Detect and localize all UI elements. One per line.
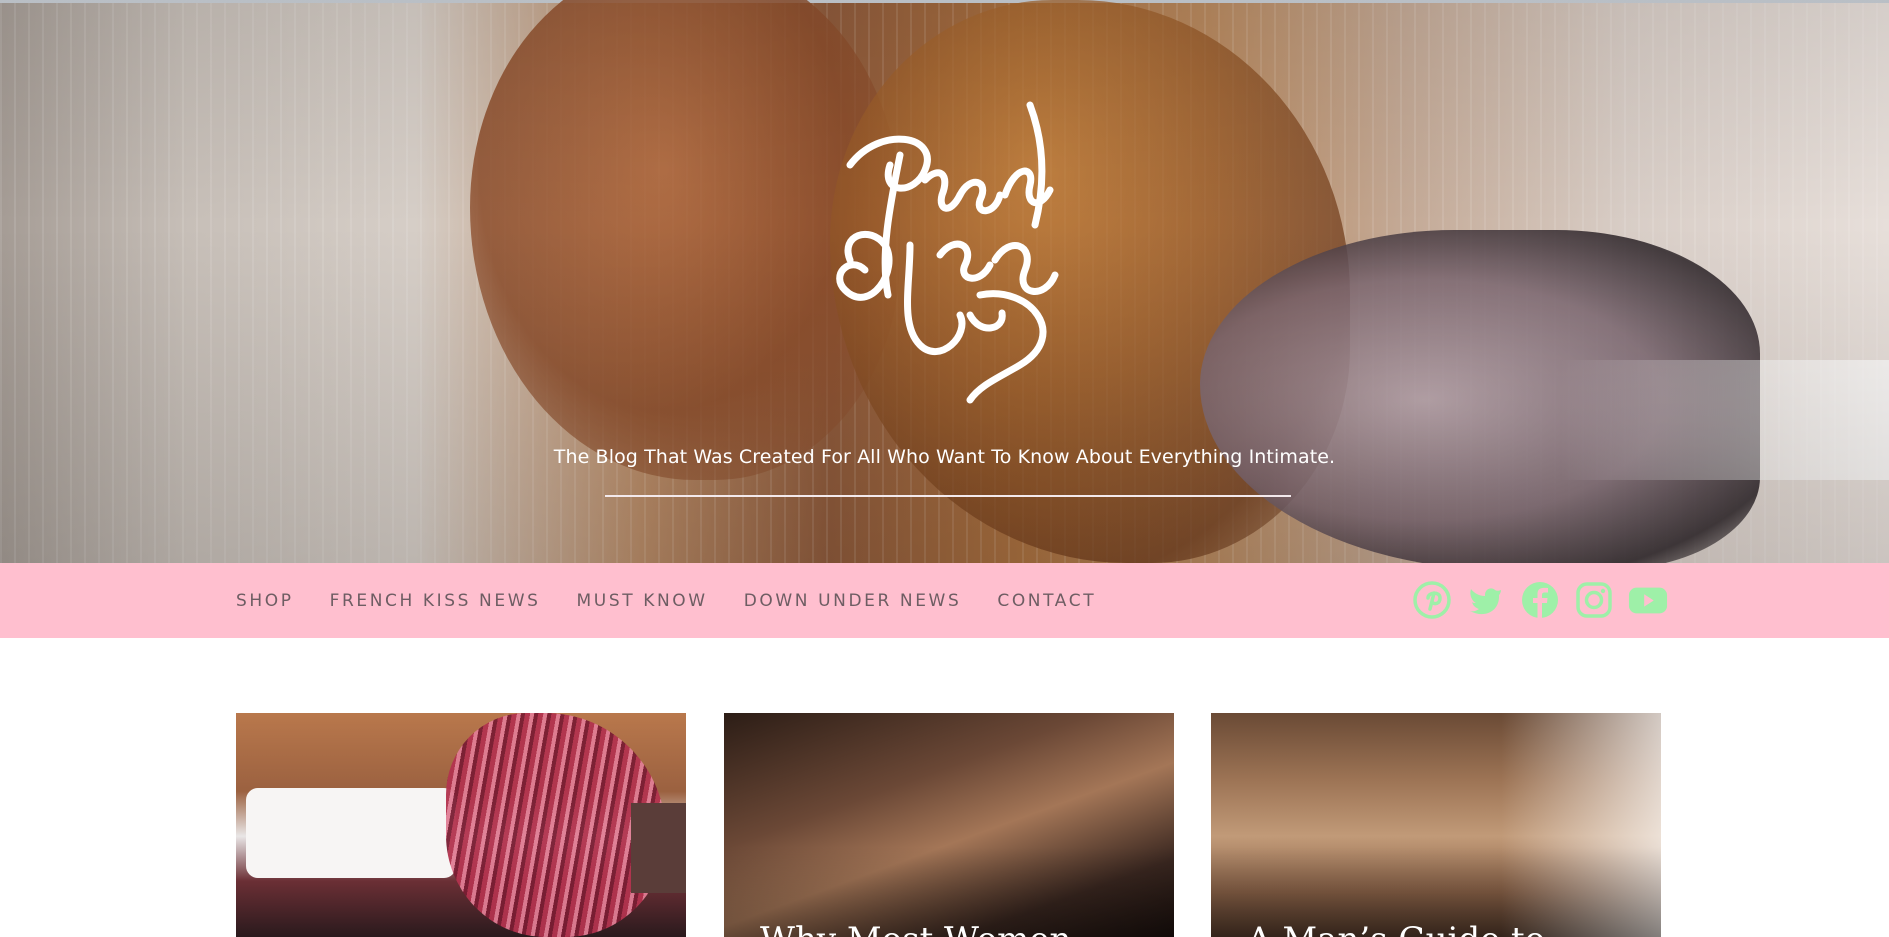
post-card-2[interactable]: Why Most Women xyxy=(724,713,1174,937)
post-card-1[interactable] xyxy=(236,713,686,937)
pinterest-icon[interactable] xyxy=(1412,580,1452,620)
nav-item-contact[interactable]: CONTACT xyxy=(997,591,1096,611)
tagline-divider xyxy=(605,495,1291,497)
main-navigation: SHOP FRENCH KISS NEWS MUST KNOW DOWN UND… xyxy=(0,563,1889,638)
nav-menu: SHOP FRENCH KISS NEWS MUST KNOW DOWN UND… xyxy=(236,563,1132,638)
nav-item-french-kiss-news[interactable]: FRENCH KISS NEWS xyxy=(330,591,541,611)
french-kiss-logo[interactable] xyxy=(830,85,1070,405)
nav-item-shop[interactable]: SHOP xyxy=(236,591,294,611)
social-links xyxy=(1412,580,1668,620)
post-card-title[interactable]: A Man’s Guide to xyxy=(1247,920,1545,937)
hero-banner: The Blog That Was Created For All Who Wa… xyxy=(0,0,1889,563)
post-card-3[interactable]: A Man’s Guide to xyxy=(1211,713,1661,937)
youtube-icon[interactable] xyxy=(1628,580,1668,620)
post-card-title[interactable]: Why Most Women xyxy=(760,920,1071,937)
facebook-icon[interactable] xyxy=(1520,580,1560,620)
instagram-icon[interactable] xyxy=(1574,580,1614,620)
nav-item-down-under-news[interactable]: DOWN UNDER NEWS xyxy=(744,591,962,611)
twitter-icon[interactable] xyxy=(1466,580,1506,620)
site-tagline: The Blog That Was Created For All Who Wa… xyxy=(553,446,1336,468)
nav-item-must-know[interactable]: MUST KNOW xyxy=(577,591,708,611)
